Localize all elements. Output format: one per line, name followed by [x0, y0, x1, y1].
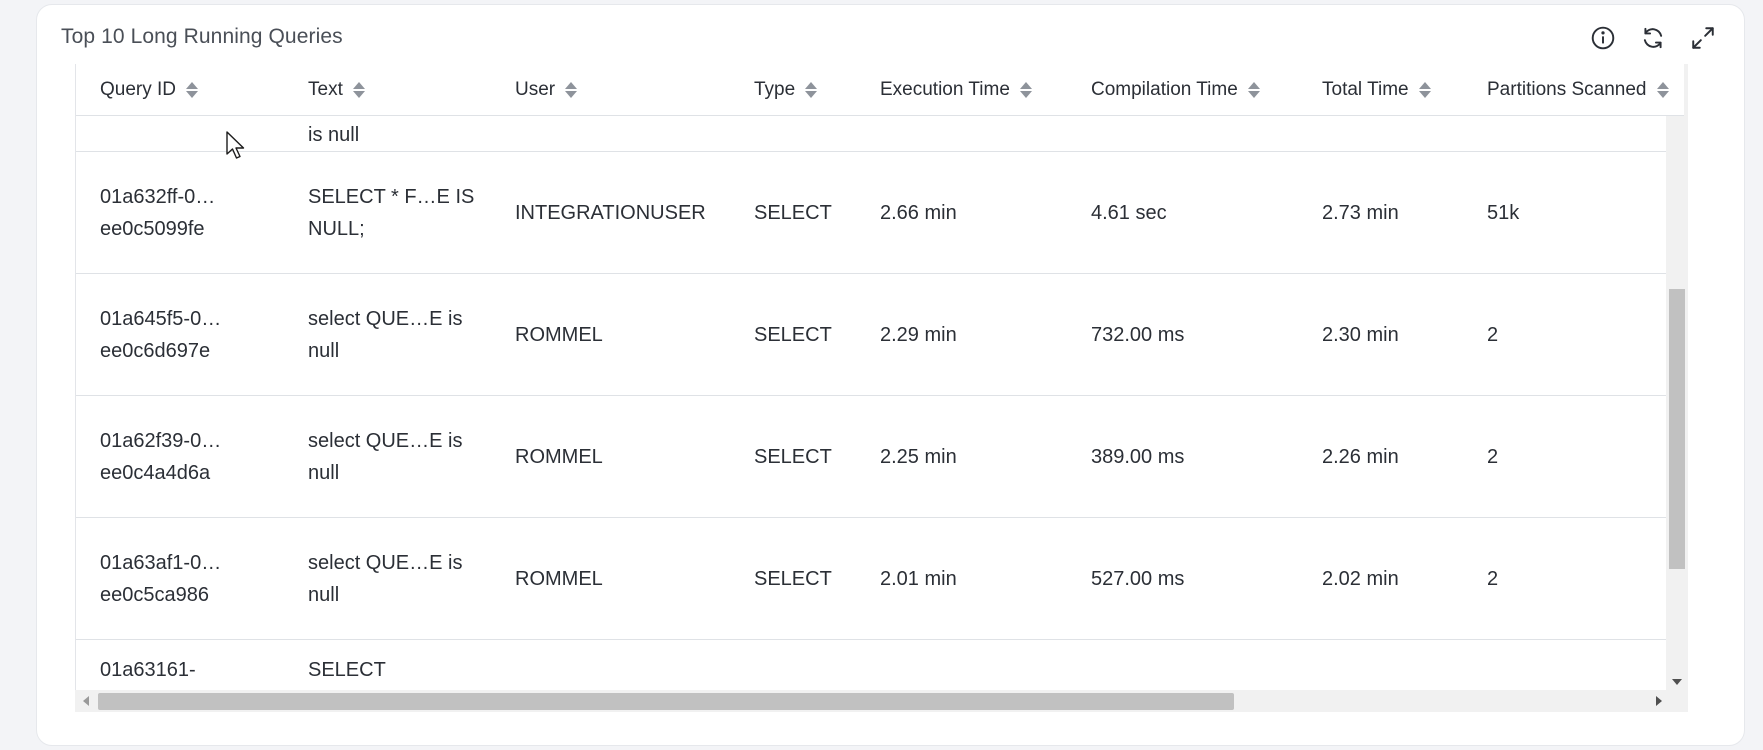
cell-query-id: 01a63161- — [100, 659, 196, 681]
cell-partitions-scanned: 2 — [1487, 567, 1499, 590]
cell-text: select QUE…E is null — [308, 429, 463, 484]
cell-total-time: 2.73 min — [1322, 201, 1399, 224]
sort-icon[interactable] — [186, 81, 199, 99]
sort-icon[interactable] — [1247, 81, 1260, 99]
widget-title: Top 10 Long Running Queries — [61, 25, 343, 48]
cell-query-id: 01a62f39-0…ee0c4a4d6a — [100, 429, 222, 484]
cell-total-time: 2.30 min — [1322, 323, 1399, 346]
cell-execution-time: 2.01 min — [880, 567, 957, 590]
cell-query-id: 01a63af1-0…ee0c5ca986 — [100, 551, 222, 606]
cell-total-time: 2.26 min — [1322, 445, 1399, 468]
cell-text: SELECT * F…E IS NULL; — [308, 185, 475, 240]
cell-query-id: 01a645f5-0…ee0c6d697e — [100, 307, 222, 362]
widget-toolbar — [1590, 25, 1716, 51]
scroll-left-arrow-icon[interactable] — [83, 696, 89, 706]
sort-icon[interactable] — [565, 81, 578, 99]
cell-text: SELECT — [308, 659, 386, 681]
cell-user: ROMMEL — [515, 567, 603, 590]
cell-compilation-time: 389.00 ms — [1091, 445, 1185, 468]
queries-table: Query ID Text User Type Execution Time C… — [75, 64, 1684, 695]
vertical-scrollbar-thumb[interactable] — [1669, 289, 1685, 569]
cell-type: SELECT — [754, 567, 832, 590]
cell-compilation-time: 527.00 ms — [1091, 567, 1185, 590]
info-icon[interactable] — [1590, 25, 1616, 51]
cell-compilation-time: 4.61 sec — [1091, 201, 1167, 224]
refresh-icon[interactable] — [1640, 25, 1666, 51]
column-header-text[interactable]: Text — [308, 64, 365, 116]
cell-user: ROMMEL — [515, 445, 603, 468]
sort-icon[interactable] — [805, 81, 818, 99]
column-header-execution-time[interactable]: Execution Time — [880, 64, 1032, 116]
column-header-user[interactable]: User — [515, 64, 578, 116]
cell-partitions-scanned: 2 — [1487, 323, 1499, 346]
cell-execution-time: 2.29 min — [880, 323, 957, 346]
sort-icon[interactable] — [1656, 81, 1669, 99]
horizontal-scrollbar[interactable] — [75, 690, 1688, 712]
column-header-total-time[interactable]: Total Time — [1322, 64, 1431, 116]
column-header-compilation-time[interactable]: Compilation Time — [1091, 64, 1260, 116]
cell-user: INTEGRATIONUSER — [515, 201, 706, 224]
expand-icon[interactable] — [1690, 25, 1716, 51]
table-row[interactable]: 01a632ff-0…ee0c5099fe SELECT * F…E IS NU… — [76, 152, 1684, 274]
table-row[interactable]: is null — [76, 116, 1684, 152]
column-header-partitions-scanned[interactable]: Partitions Scanned — [1487, 64, 1669, 116]
sort-icon[interactable] — [352, 81, 365, 99]
cell-query-id: 01a632ff-0…ee0c5099fe — [100, 185, 216, 240]
cell-text: is null — [308, 124, 360, 146]
column-header-type[interactable]: Type — [754, 64, 818, 116]
cell-type: SELECT — [754, 323, 832, 346]
scroll-down-arrow-icon[interactable] — [1672, 679, 1682, 685]
cell-total-time: 2.02 min — [1322, 567, 1399, 590]
cell-compilation-time: 732.00 ms — [1091, 323, 1185, 346]
cell-execution-time: 2.66 min — [880, 201, 957, 224]
cell-user: ROMMEL — [515, 323, 603, 346]
scroll-right-arrow-icon[interactable] — [1656, 696, 1662, 706]
table-row[interactable]: 01a63af1-0…ee0c5ca986 select QUE…E is nu… — [76, 518, 1684, 640]
cell-execution-time: 2.25 min — [880, 445, 957, 468]
table-row[interactable]: 01a645f5-0…ee0c6d697e select QUE…E is nu… — [76, 274, 1684, 396]
cell-type: SELECT — [754, 445, 832, 468]
cell-partitions-scanned: 51k — [1487, 201, 1520, 224]
cell-partitions-scanned: 2 — [1487, 445, 1499, 468]
table-row[interactable]: 01a63161- SELECT — [76, 640, 1684, 695]
sort-icon[interactable] — [1019, 81, 1032, 99]
table-body: is null 01a632ff-0…ee0c5099fe SELECT * F… — [76, 116, 1684, 695]
vertical-scrollbar[interactable] — [1666, 64, 1688, 691]
horizontal-scrollbar-thumb[interactable] — [98, 693, 1234, 710]
sort-icon[interactable] — [1418, 81, 1431, 99]
cell-text: select QUE…E is null — [308, 551, 463, 606]
column-header-query-id[interactable]: Query ID — [100, 64, 199, 116]
cell-type: SELECT — [754, 201, 832, 224]
table-row[interactable]: 01a62f39-0…ee0c4a4d6a select QUE…E is nu… — [76, 396, 1684, 518]
cell-text: select QUE…E is null — [308, 307, 463, 362]
table-header: Query ID Text User Type Execution Time C… — [76, 64, 1684, 116]
